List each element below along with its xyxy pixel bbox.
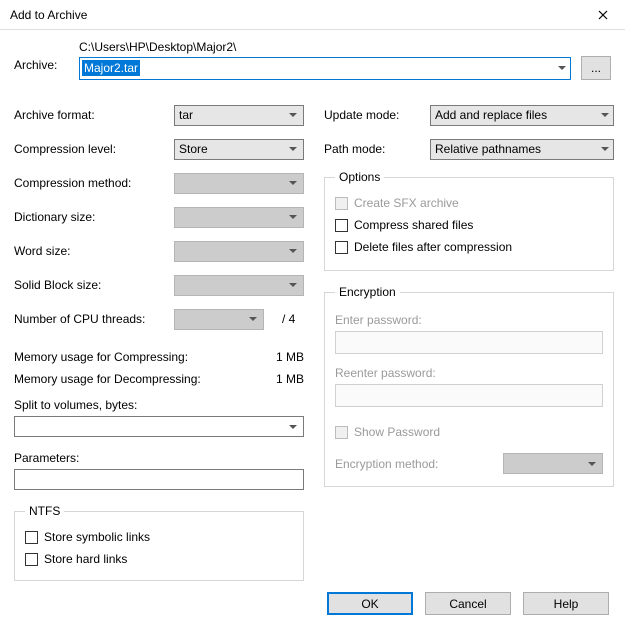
archive-filename: Major2.tar [82, 60, 140, 76]
options-group: Options Create SFX archive Compress shar… [324, 170, 614, 271]
block-label: Solid Block size: [14, 278, 174, 292]
shared-checkbox[interactable] [335, 219, 348, 232]
sfx-label: Create SFX archive [354, 196, 459, 210]
encryption-method-label: Encryption method: [335, 457, 438, 471]
dictionary-size-select [174, 207, 304, 228]
chevron-down-icon [289, 249, 297, 253]
ok-label: OK [361, 597, 378, 611]
archive-format-select[interactable]: tar [174, 105, 304, 126]
titlebar: Add to Archive [0, 0, 625, 30]
archive-path: C:\Users\HP\Desktop\Major2\ [79, 40, 611, 54]
chevron-down-icon [289, 283, 297, 287]
browse-button[interactable]: ... [581, 56, 611, 80]
chevron-down-icon [601, 147, 609, 151]
chevron-down-icon [289, 425, 297, 429]
help-label: Help [554, 597, 579, 611]
cancel-button[interactable]: Cancel [425, 592, 511, 615]
chevron-down-icon [289, 147, 297, 151]
update-mode-value: Add and replace files [435, 108, 547, 122]
mem-comp-value: 1 MB [276, 350, 304, 364]
window-title: Add to Archive [10, 8, 87, 22]
mem-decomp-value: 1 MB [276, 372, 304, 386]
chevron-down-icon [558, 66, 566, 70]
path-mode-select[interactable]: Relative pathnames [430, 139, 614, 160]
delete-after-label: Delete files after compression [354, 240, 512, 254]
ntfs-group: NTFS Store symbolic links Store hard lin… [14, 504, 304, 581]
cpu-total: / 4 [282, 312, 295, 326]
mem-decomp-label: Memory usage for Decompressing: [14, 372, 201, 386]
update-mode-label: Update mode: [324, 108, 424, 122]
cpu-label: Number of CPU threads: [14, 312, 174, 326]
show-password-checkbox [335, 426, 348, 439]
split-label: Split to volumes, bytes: [14, 398, 304, 412]
reenter-password-input [335, 384, 603, 407]
solid-block-select [174, 275, 304, 296]
delete-after-checkbox[interactable] [335, 241, 348, 254]
ok-button[interactable]: OK [327, 592, 413, 615]
sfx-checkbox [335, 197, 348, 210]
shared-label: Compress shared files [354, 218, 473, 232]
compression-level-select[interactable]: Store [174, 139, 304, 160]
method-label: Compression method: [14, 176, 174, 190]
close-icon[interactable] [580, 0, 625, 30]
level-value: Store [179, 142, 208, 156]
parameters-input[interactable] [14, 469, 304, 490]
word-label: Word size: [14, 244, 174, 258]
parameters-label: Parameters: [14, 451, 304, 465]
archive-filename-combo[interactable]: Major2.tar [79, 57, 571, 80]
enter-password-label: Enter password: [335, 313, 603, 327]
split-volumes-combo[interactable] [14, 416, 304, 437]
archive-label: Archive: [14, 40, 79, 72]
compression-method-select [174, 173, 304, 194]
path-mode-label: Path mode: [324, 142, 424, 156]
encryption-legend: Encryption [335, 285, 400, 299]
dict-label: Dictionary size: [14, 210, 174, 224]
store-hard-label: Store hard links [44, 552, 127, 566]
update-mode-select[interactable]: Add and replace files [430, 105, 614, 126]
mem-comp-label: Memory usage for Compressing: [14, 350, 188, 364]
reenter-password-label: Reenter password: [335, 366, 603, 380]
chevron-down-icon [289, 181, 297, 185]
chevron-down-icon [588, 462, 596, 466]
options-legend: Options [335, 170, 384, 184]
enter-password-input [335, 331, 603, 354]
encryption-method-select [503, 453, 603, 474]
encryption-group: Encryption Enter password: Reenter passw… [324, 285, 614, 487]
format-label: Archive format: [14, 108, 174, 122]
store-hard-checkbox[interactable] [25, 553, 38, 566]
ntfs-legend: NTFS [25, 504, 64, 518]
chevron-down-icon [249, 317, 257, 321]
chevron-down-icon [601, 113, 609, 117]
chevron-down-icon [289, 215, 297, 219]
chevron-down-icon [289, 113, 297, 117]
show-password-label: Show Password [354, 425, 440, 439]
format-value: tar [179, 108, 193, 122]
path-mode-value: Relative pathnames [435, 142, 541, 156]
help-button[interactable]: Help [523, 592, 609, 615]
cancel-label: Cancel [449, 597, 486, 611]
browse-label: ... [591, 61, 601, 75]
word-size-select [174, 241, 304, 262]
cpu-threads-select [174, 309, 264, 330]
level-label: Compression level: [14, 142, 174, 156]
store-symbolic-label: Store symbolic links [44, 530, 150, 544]
store-symbolic-checkbox[interactable] [25, 531, 38, 544]
